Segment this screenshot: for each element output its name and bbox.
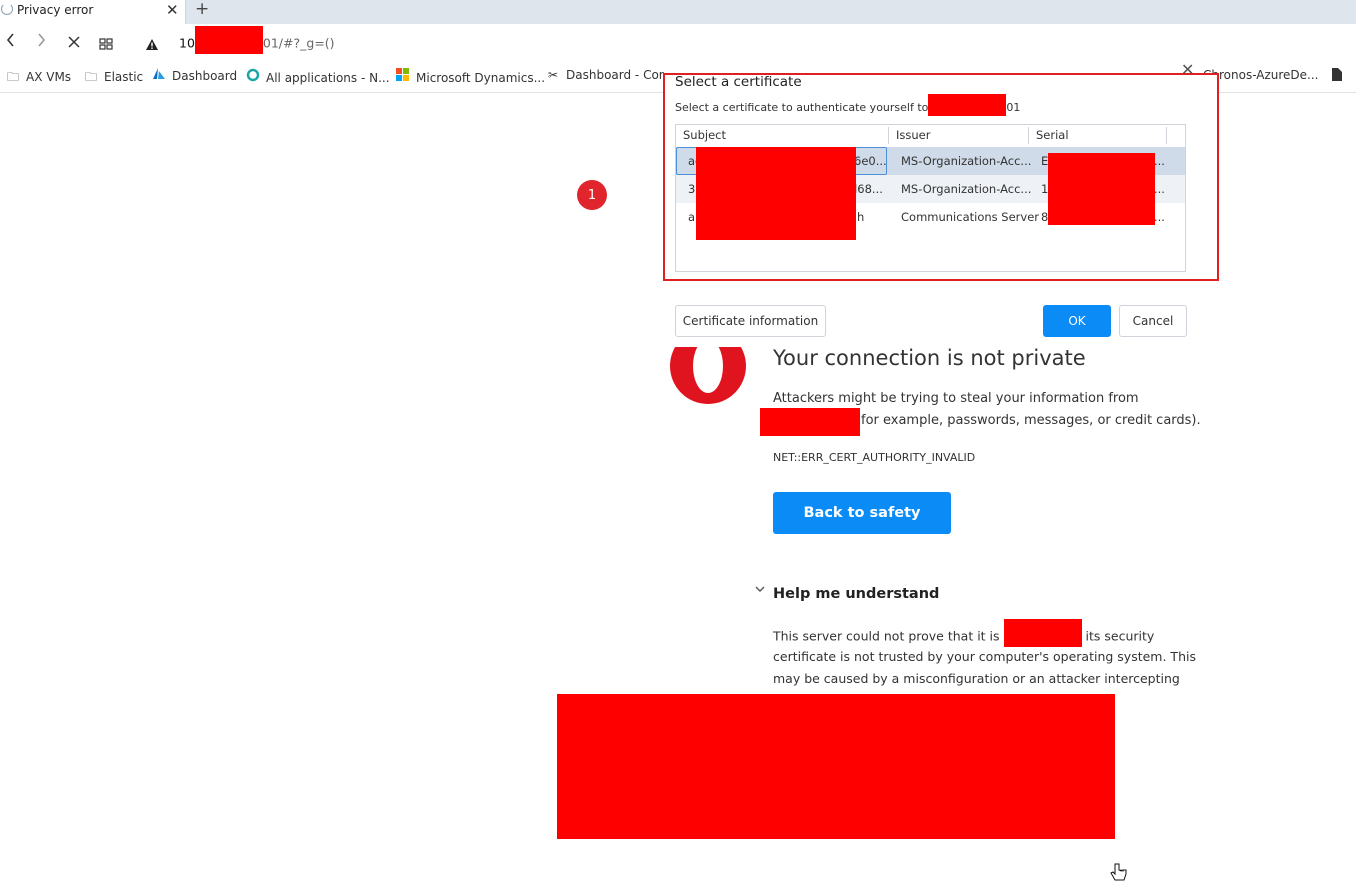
grid-icon	[99, 38, 113, 50]
column-header-serial[interactable]: Serial	[1036, 128, 1069, 142]
chevron-down-icon	[755, 586, 765, 592]
bookmark-label: Chronos-AzureDe...	[1203, 68, 1319, 82]
help-text-line2: certificate is not trusted by your compu…	[773, 649, 1196, 664]
dialog-subtitle-suffix: 01	[1006, 101, 1021, 114]
cancel-button[interactable]: Cancel	[1119, 305, 1187, 337]
dialog-close-button[interactable]: ✕	[1181, 60, 1194, 79]
column-header-subject[interactable]: Subject	[683, 128, 726, 142]
bookmark-label: All applications - N...	[266, 71, 390, 85]
azure-icon	[152, 68, 166, 83]
help-text-suffix: its security	[1085, 628, 1155, 644]
dialog-title: Select a certificate	[675, 74, 802, 90]
redacted-block	[696, 147, 856, 240]
bookmark-chronos[interactable]: Chronos-AzureDe...	[1203, 68, 1319, 82]
ring-icon	[246, 68, 260, 85]
bookmark-label: Dashboard - Cor	[566, 68, 664, 82]
address-bar[interactable]: 10 01/#?_g=()	[179, 26, 335, 54]
serial-cell-end: ...	[1154, 210, 1165, 224]
bookmark-elastic[interactable]: 🗀 Elastic	[84, 68, 143, 89]
url-path: 01/#?_g=()	[262, 35, 335, 51]
url-host-prefix: 10	[179, 35, 195, 51]
bookmark-label: Microsoft Dynamics...	[416, 71, 546, 85]
bookmark-label: Dashboard	[172, 69, 238, 83]
issuer-cell: MS-Organization-Acc...	[901, 154, 1032, 168]
error-title: Your connection is not private	[773, 346, 1086, 370]
bookmark-label: AX VMs	[26, 70, 72, 84]
chevron-right-icon	[38, 33, 46, 47]
redacted-block	[1003, 619, 1082, 647]
bookmark-all-applications[interactable]: All applications - N...	[246, 68, 390, 85]
subject-cell: 3	[688, 182, 696, 196]
ok-button[interactable]: OK	[1043, 305, 1111, 337]
annotation-marker: 1	[577, 180, 607, 210]
help-toggle[interactable]	[754, 583, 766, 598]
folder-icon: 🗀	[6, 70, 19, 84]
back-to-safety-button[interactable]: Back to safety	[773, 492, 951, 534]
redacted-block	[1048, 153, 1155, 225]
help-text-line1: This server could not prove that it is it…	[773, 619, 1155, 647]
redacted-block	[557, 694, 1115, 839]
folder-icon: 🗀	[84, 70, 97, 84]
redacted-block	[194, 26, 263, 54]
redacted-block	[928, 94, 1007, 116]
scissors-icon: ✂	[547, 68, 559, 82]
tab-title: Privacy error	[17, 3, 94, 17]
security-warning-button[interactable]	[145, 36, 159, 55]
subject-cell: a	[688, 210, 696, 224]
chevron-left-icon	[6, 33, 14, 47]
forward-button[interactable]	[35, 32, 47, 52]
hand-cursor-icon	[1108, 862, 1130, 884]
subject-cell-end: h	[857, 210, 865, 224]
dialog-subtitle-text: Select a certificate to authenticate you…	[675, 101, 929, 114]
bookmark-ax-vms[interactable]: 🗀 AX VMs	[6, 68, 71, 89]
tab-close-icon[interactable]: ✕	[166, 1, 179, 19]
document-icon	[1330, 68, 1344, 84]
new-tab-button[interactable]: +	[195, 0, 209, 19]
error-code: NET::ERR_CERT_AUTHORITY_INVALID	[773, 451, 976, 464]
column-divider[interactable]	[1028, 127, 1029, 144]
issuer-cell: MS-Organization-Acc...	[901, 182, 1032, 196]
bookmark-document[interactable]	[1330, 68, 1350, 84]
bookmark-label: Elastic	[104, 70, 144, 84]
dialog-subtitle: Select a certificate to authenticate you…	[675, 94, 1021, 116]
help-text-line3: may be caused by a misconfiguration or a…	[773, 671, 1180, 686]
serial-cell-end: ...	[1154, 182, 1165, 196]
error-description-line2: for example, passwords, messages, or cre…	[861, 413, 1201, 428]
bookmark-dashboard[interactable]: Dashboard	[152, 68, 237, 83]
warning-icon	[146, 39, 158, 50]
column-header-issuer[interactable]: Issuer	[896, 128, 930, 142]
error-description-line1: Attackers might be trying to steal your …	[773, 391, 1139, 406]
stop-button[interactable]	[67, 34, 81, 53]
help-text-prefix: This server could not prove that it is	[773, 628, 1000, 644]
loading-spinner-icon	[1, 3, 13, 15]
column-divider[interactable]	[1166, 127, 1167, 144]
opera-logo-icon	[668, 326, 748, 406]
close-icon	[68, 36, 80, 48]
issuer-cell: Communications Server	[901, 210, 1039, 224]
help-me-understand-toggle[interactable]: Help me understand	[773, 586, 939, 602]
tabs-overview-button[interactable]	[99, 35, 113, 54]
serial-cell-end: ...	[1154, 154, 1165, 168]
bookmark-dashboard-cor[interactable]: ✂ Dashboard - Cor	[546, 68, 664, 82]
back-button[interactable]	[5, 32, 17, 52]
redacted-block	[760, 408, 860, 436]
microsoft-icon	[396, 68, 410, 85]
column-divider[interactable]	[888, 127, 889, 144]
bookmark-microsoft-dynamics[interactable]: Microsoft Dynamics...	[396, 68, 545, 85]
